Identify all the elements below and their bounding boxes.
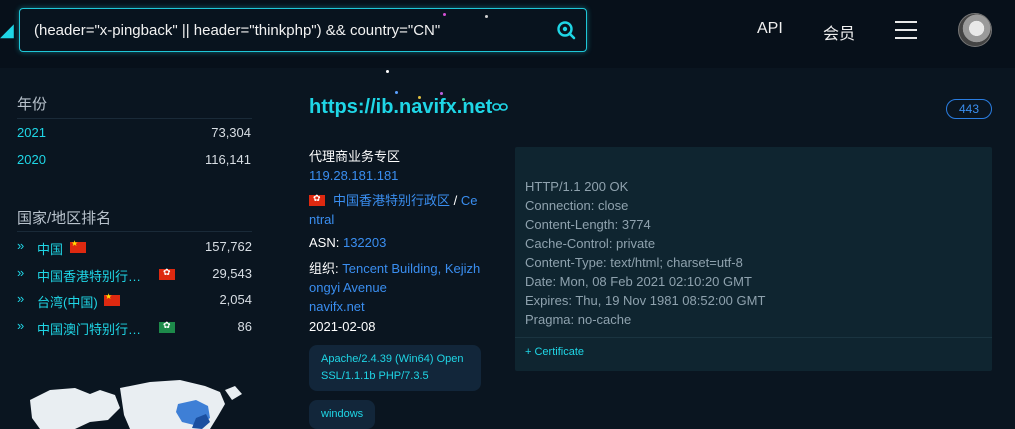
- decor-dot: [443, 13, 446, 16]
- certificate-toggle[interactable]: + Certificate: [525, 346, 584, 358]
- result-url-link[interactable]: https://ib.navifx.net: [309, 96, 492, 119]
- org-link[interactable]: ongyi Avenue: [309, 280, 387, 295]
- result-date: 2021-02-08: [309, 319, 376, 334]
- http-header-line: Connection: close: [525, 198, 629, 213]
- result-location: 中国香港特别行政区 / Ce: [309, 190, 477, 209]
- year-item-label[interactable]: 2020: [17, 152, 46, 167]
- country-item[interactable]: » 中国 157,762: [17, 238, 252, 258]
- year-section-title: 年份: [17, 96, 48, 113]
- decor-dot: [386, 70, 389, 73]
- menu-icon[interactable]: [895, 21, 917, 39]
- china-flag-icon: [70, 239, 86, 253]
- asn-link[interactable]: 132203: [343, 235, 386, 250]
- chevron-double-right-icon: »: [17, 291, 25, 306]
- chevron-double-right-icon: »: [17, 265, 25, 280]
- divider: [17, 231, 252, 232]
- search-input[interactable]: (header="x-pingback" || header="thinkphp…: [34, 22, 440, 39]
- decor-dot: [440, 92, 443, 95]
- chevron-double-right-icon: »: [17, 318, 25, 333]
- country-count: 29,543: [212, 266, 252, 281]
- macau-flag-icon: [159, 320, 175, 333]
- location-city-link[interactable]: Ce: [461, 193, 478, 208]
- server-tag-line: Apache/2.4.39 (Win64) Open: [321, 353, 464, 365]
- http-header-line: Content-Length: 3774: [525, 217, 651, 232]
- year-item-count: 116,141: [204, 152, 251, 167]
- avatar[interactable]: [958, 13, 992, 47]
- http-header-line: Content-Type: text/html; charset=utf-8: [525, 255, 743, 270]
- location-region-link[interactable]: 中国香港特别行政区: [333, 193, 450, 208]
- country-count: 157,762: [205, 239, 252, 254]
- top-header: ◢ (header="x-pingback" || header="thinkp…: [0, 0, 1015, 68]
- country-item[interactable]: » 中国香港特别行… 29,543: [17, 265, 252, 285]
- logo-fragment: ◢: [0, 20, 14, 40]
- chevron-double-right-icon: »: [17, 238, 25, 253]
- nav-api-link[interactable]: API: [757, 20, 783, 38]
- country-item[interactable]: » 中国澳门特别行… 86: [17, 318, 252, 338]
- divider: [17, 118, 252, 119]
- org-link[interactable]: Tencent Building, Kejizh: [342, 261, 480, 276]
- http-header-panel: HTTP/1.1 200 OK Connection: close Conten…: [515, 147, 992, 371]
- country-count: 86: [237, 319, 252, 334]
- country-name: 中国澳门特别行…: [37, 322, 142, 337]
- result-domain[interactable]: navifx.net: [309, 299, 365, 314]
- country-section-title: 国家/地区排名: [17, 210, 112, 227]
- link-icon[interactable]: [492, 102, 508, 112]
- china-flag-icon: [104, 292, 120, 306]
- world-map: [30, 380, 242, 429]
- divider: [515, 337, 992, 338]
- location-city-link[interactable]: ntral: [309, 212, 334, 227]
- search-box[interactable]: (header="x-pingback" || header="thinkphp…: [19, 8, 587, 52]
- hong-kong-flag-icon: [309, 193, 325, 206]
- org-label: 组织:: [309, 261, 343, 276]
- country-name: 中国: [37, 242, 64, 257]
- hong-kong-flag-icon: [159, 267, 175, 280]
- port-badge[interactable]: 443: [946, 99, 992, 119]
- country-name: 中国香港特别行…: [37, 269, 142, 284]
- http-header-line: HTTP/1.1 200 OK: [525, 179, 629, 194]
- http-header-line: Date: Mon, 08 Feb 2021 02:10:20 GMT: [525, 274, 752, 289]
- decor-dot: [395, 91, 398, 94]
- server-tag-line: SSL/1.1.1b PHP/7.3.5: [321, 370, 429, 382]
- search-icon[interactable]: [556, 20, 576, 40]
- country-item[interactable]: » 台湾(中国) 2,054: [17, 291, 252, 311]
- year-item-count: 73,304: [211, 125, 251, 140]
- result-org: 组织: Tencent Building, Kejizh: [309, 258, 480, 277]
- result-asn: ASN: 132203: [309, 235, 386, 250]
- result-ip-link[interactable]: 119.28.181.181: [309, 168, 398, 183]
- result-title: 代理商业务专区: [309, 149, 401, 164]
- year-item-label[interactable]: 2021: [17, 125, 46, 140]
- location-separator: /: [450, 193, 461, 208]
- http-header-line: Pragma: no-cache: [525, 312, 632, 327]
- decor-dot: [485, 15, 488, 18]
- os-tag[interactable]: windows: [309, 400, 376, 429]
- http-header-line: Cache-Control: private: [525, 236, 656, 251]
- country-name: 台湾(中国): [37, 295, 98, 310]
- nav-member-link[interactable]: 会员: [823, 20, 855, 44]
- asn-label: ASN:: [309, 235, 343, 250]
- http-header-line: Expires: Thu, 19 Nov 1981 08:52:00 GMT: [525, 293, 766, 308]
- server-tag[interactable]: Apache/2.4.39 (Win64) Open SSL/1.1.1b PH…: [309, 345, 481, 391]
- country-count: 2,054: [219, 292, 252, 307]
